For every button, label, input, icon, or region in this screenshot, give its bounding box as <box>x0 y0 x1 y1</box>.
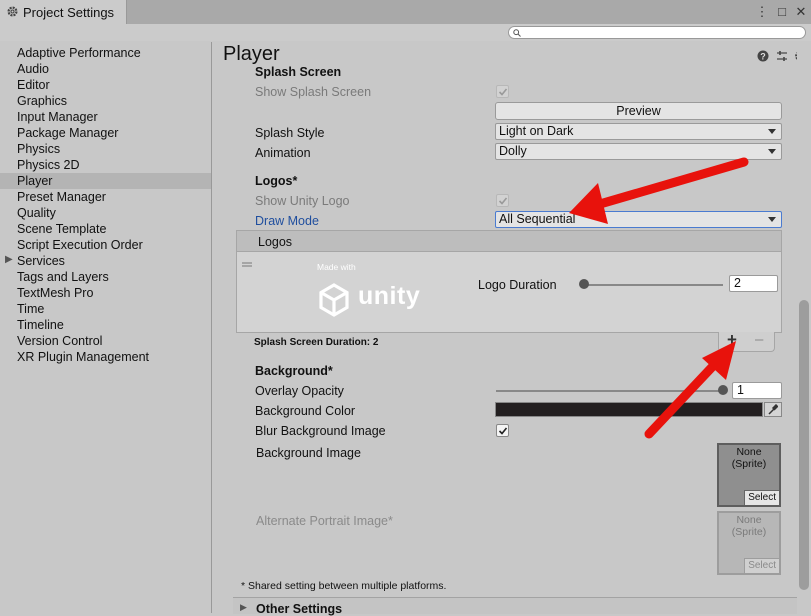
annotation-arrow-line <box>595 157 749 209</box>
annotation-arrow-head <box>569 183 608 224</box>
annotation-arrow-line <box>644 360 719 439</box>
annotation-arrows <box>569 157 749 439</box>
